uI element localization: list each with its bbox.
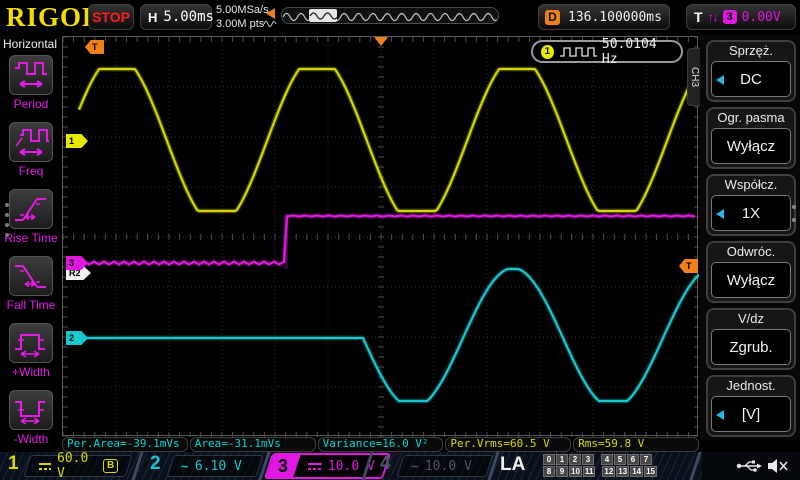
acquisition-info: 5.00MSa/s 3.00M pts	[216, 3, 269, 31]
left-menu-title: Horizontal	[3, 37, 57, 51]
ch1-status[interactable]: 60.0 V B	[23, 455, 132, 477]
ch4-status[interactable]: ~ 10.0 V	[396, 455, 493, 477]
ch1-scale: 60.0 V	[57, 451, 96, 480]
menu-item-minus-width[interactable]: -Width	[0, 390, 62, 454]
softkey-invert[interactable]: Odwróc. Wyłącz	[706, 241, 796, 303]
ch4-scale: 10.0 V	[425, 459, 472, 474]
freq-icon	[12, 126, 50, 158]
frequency-counter: 1 50.0104 Hz	[531, 40, 683, 63]
ch2-status[interactable]: ~ 6.10 V	[166, 455, 263, 477]
measurement-bar: Per.Area=-39.1mVs Area=-31.1mVs Variance…	[62, 437, 699, 452]
active-menu-tab: CH3	[687, 48, 701, 106]
measurement-per-vrms[interactable]: Per.Vrms=60.5 V	[445, 437, 571, 452]
delay-icon: D	[545, 10, 560, 25]
menu-item-plus-width[interactable]: +Width	[0, 323, 62, 387]
select-arrow-icon	[716, 209, 724, 219]
trigger-slope-icon: ↑↓	[708, 10, 718, 24]
speaker-muted-icon	[766, 457, 790, 475]
ch2-scale: 6.10 V	[195, 459, 242, 474]
ch4-number[interactable]: 4	[380, 453, 391, 475]
trigger-delay-box[interactable]: D 136.100000ms	[538, 4, 670, 30]
dc-coupling-icon	[307, 461, 323, 471]
status-icons-area	[702, 452, 800, 480]
ac-coupling-icon: ~	[181, 459, 189, 474]
ch1-number[interactable]: 1	[8, 453, 19, 475]
fall-time-icon	[12, 260, 50, 292]
delay-value: 136.100000ms	[568, 10, 662, 25]
top-status-bar: RIGOL STOP H 5.00ms 5.00MSa/s 3.00M pts …	[0, 0, 800, 35]
trigger-label: T	[694, 9, 703, 25]
la-status[interactable]: LA	[500, 454, 525, 476]
ch2-number[interactable]: 2	[150, 453, 161, 475]
measurement-rms[interactable]: Rms=59.8 V	[573, 437, 699, 452]
trigger-position-icon	[262, 6, 278, 28]
rigol-logo: RIGOL	[6, 2, 101, 33]
squarewave-icon	[559, 45, 597, 58]
ch3-status-selected[interactable]: 3 10.0 V	[264, 453, 391, 479]
sample-rate: 5.00MSa/s	[216, 3, 269, 17]
rise-time-icon	[12, 193, 50, 225]
la-digit-grid[interactable]: 0 1 2 3 4 5 6 7 8 9 10 11 12 13 14 15	[543, 454, 657, 478]
menu-item-freq[interactable]: Freq	[0, 122, 62, 186]
softkey-coupling[interactable]: Sprzęż. DC	[706, 40, 796, 102]
softkey-menu: Sprzęż. DC Ogr. pasma Wyłącz Współcz. 1X…	[700, 35, 800, 440]
trigger-status-box[interactable]: T ↑↓ 3 0.00V	[686, 4, 796, 30]
memory-view-window[interactable]	[309, 9, 337, 22]
measurement-per-area[interactable]: Per.Area=-39.1mVs	[62, 437, 188, 452]
left-menu-scroll-dots	[5, 203, 9, 243]
waveform-display: T 1 50.0104 Hz 1 R2 3 2 T	[62, 36, 698, 436]
counter-channel-badge: 1	[541, 45, 554, 59]
plus-width-icon	[12, 327, 50, 359]
measurement-variance[interactable]: Variance=16.0 V²	[318, 437, 444, 452]
waveform-memory-bar[interactable]	[281, 7, 499, 24]
left-measure-menu: Horizontal Period Freq Rise Time Fall Ti…	[0, 35, 62, 440]
select-arrow-icon	[716, 75, 724, 85]
trigger-source-badge: 3	[723, 10, 737, 24]
menu-item-rise-time[interactable]: Rise Time	[0, 189, 62, 253]
menu-item-period[interactable]: Period	[0, 55, 62, 119]
horizontal-position-marker	[374, 37, 388, 46]
timebase-value: 5.00ms	[163, 9, 214, 25]
memory-depth: 3.00M pts	[216, 17, 269, 31]
trigger-level-value: 0.00V	[742, 10, 781, 25]
softkey-probe-ratio[interactable]: Współcz. 1X	[706, 174, 796, 236]
menu-item-fall-time[interactable]: Fall Time	[0, 256, 62, 320]
period-icon	[12, 59, 50, 91]
measurement-area[interactable]: Area=-31.1mVs	[190, 437, 316, 452]
menu-page-dots	[792, 205, 796, 231]
softkey-volts-div[interactable]: V/dz Zgrub.	[706, 308, 796, 370]
counter-value: 50.0104 Hz	[602, 37, 673, 67]
dc-coupling-icon	[38, 461, 51, 471]
horizontal-timebase-box[interactable]: H 5.00ms	[140, 4, 212, 30]
softkey-unit[interactable]: Jednost. [V]	[706, 375, 796, 437]
h-label: H	[148, 10, 157, 25]
run-state-button[interactable]: STOP	[88, 4, 134, 30]
graticule-and-traces	[63, 37, 699, 437]
select-arrow-icon	[716, 410, 724, 420]
minus-width-icon	[12, 394, 50, 426]
ac-coupling-icon: ~	[411, 459, 419, 474]
softkey-bw-limit[interactable]: Ogr. pasma Wyłącz	[706, 107, 796, 169]
usb-icon	[736, 459, 764, 473]
channel-status-bar: 1 60.0 V B 2 ~ 6.10 V 3 10.0 V 4 ~ 10.0 …	[0, 452, 800, 480]
ch1-bw-badge: B	[103, 459, 118, 473]
